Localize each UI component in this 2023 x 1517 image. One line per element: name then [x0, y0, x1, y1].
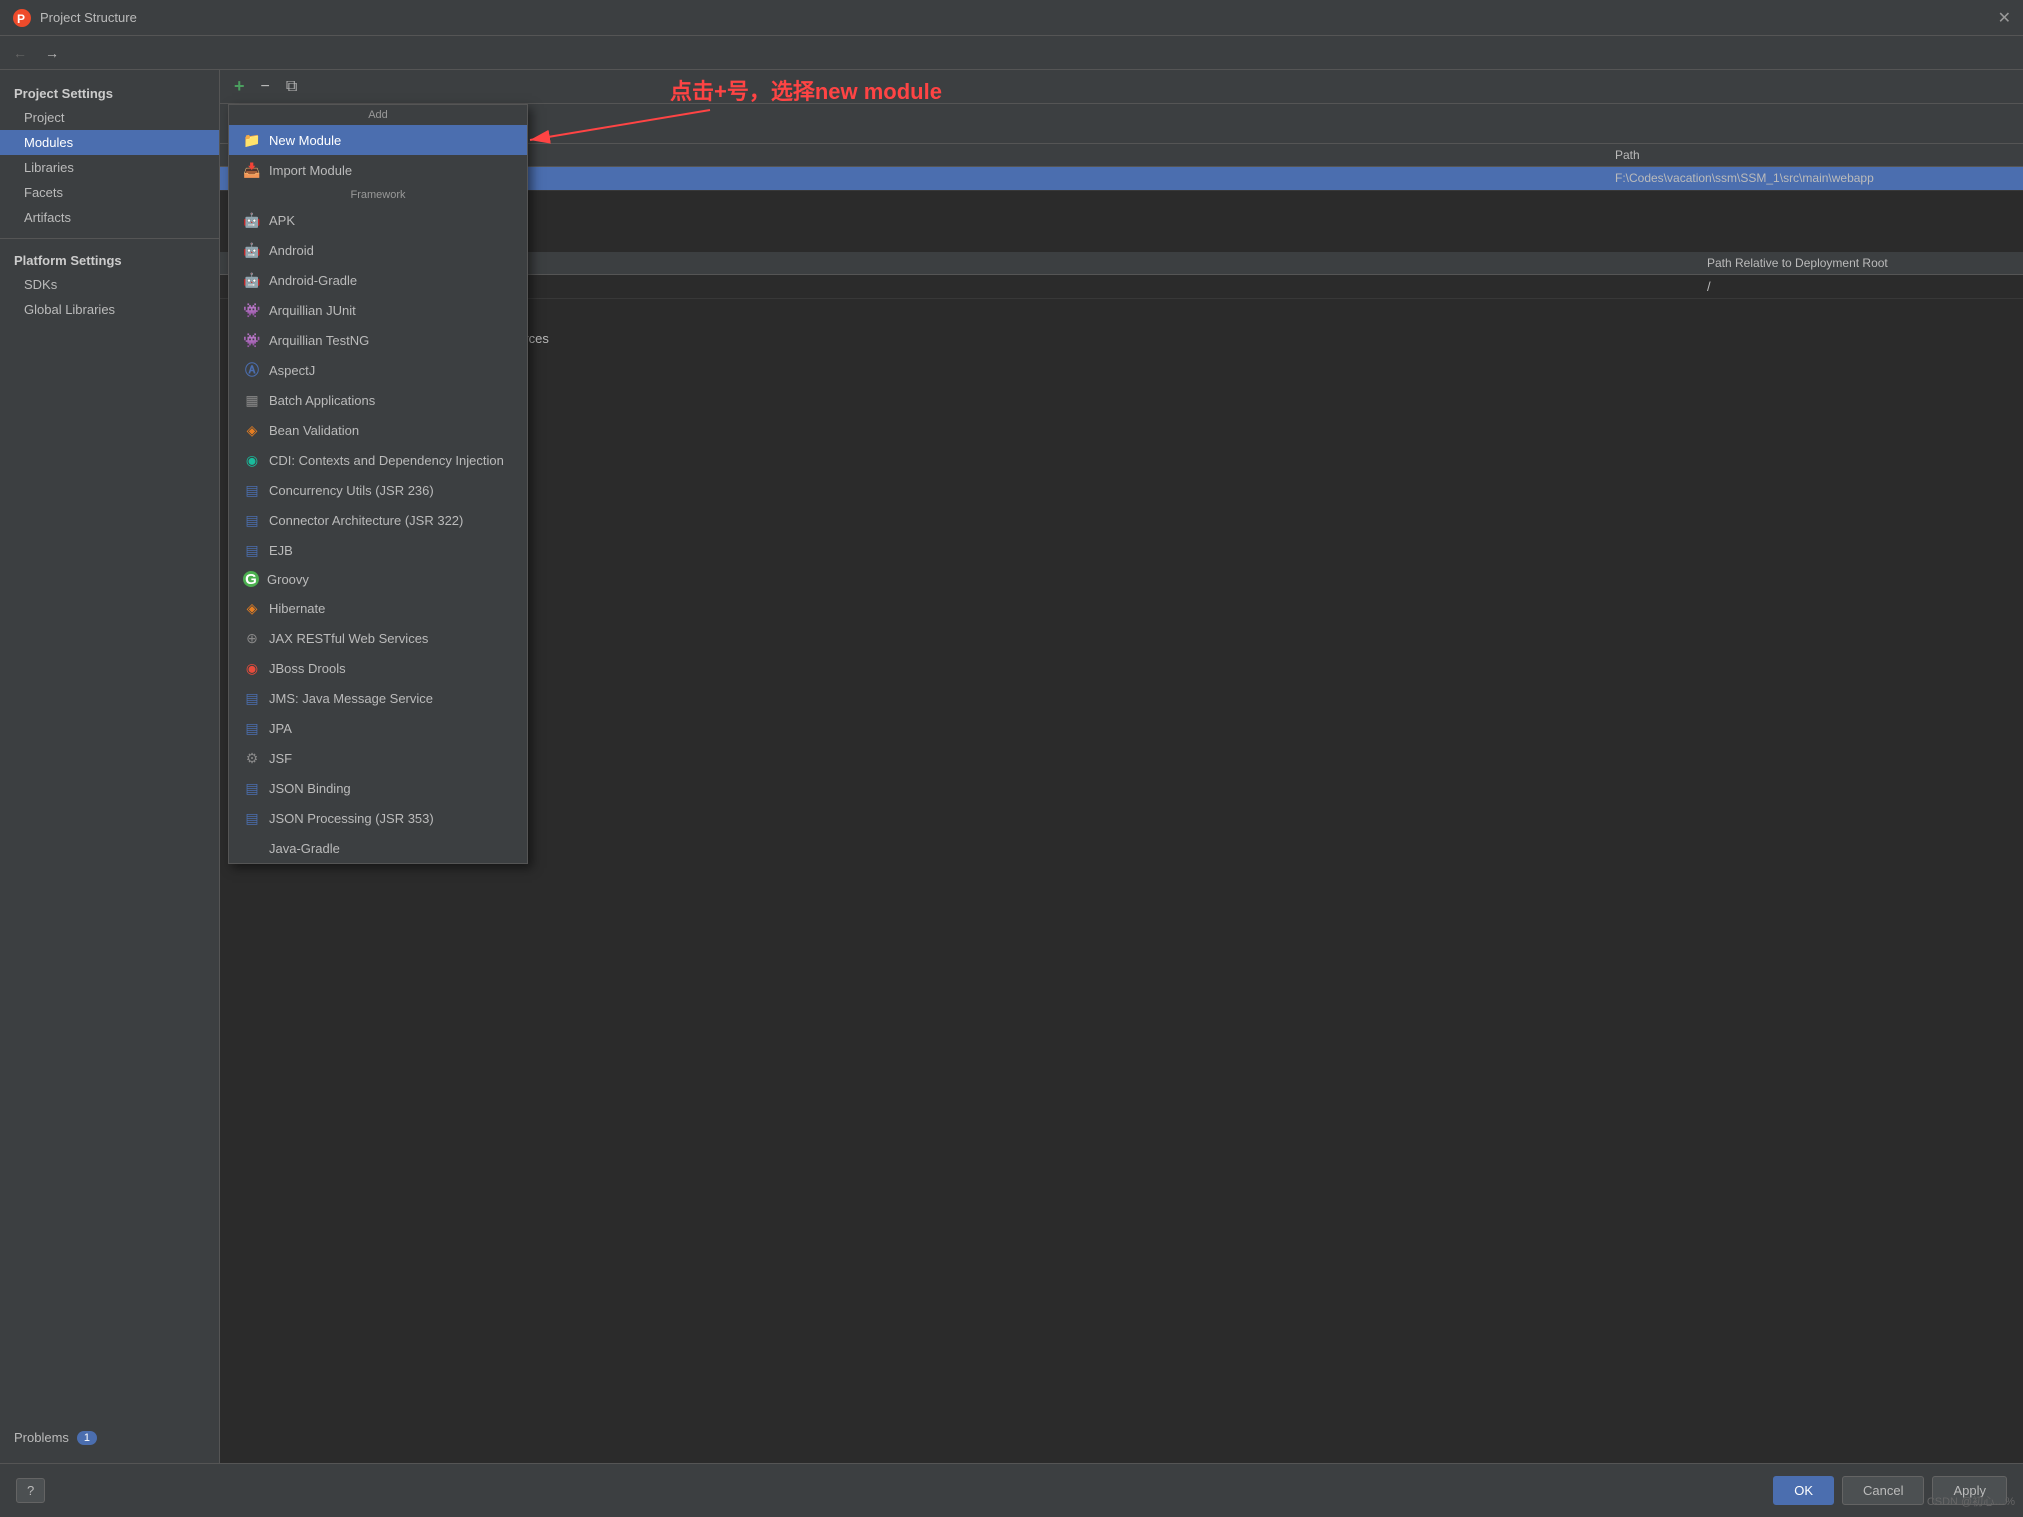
dropdown-item-arquillian-testng[interactable]: 👾 Arquillian TestNG: [229, 325, 527, 355]
sidebar-item-facets[interactable]: Facets: [0, 180, 219, 205]
sidebar-item-artifacts[interactable]: Artifacts: [0, 205, 219, 230]
json-binding-icon: ▤: [243, 779, 261, 797]
main-layout: Project Settings Project Modules Librari…: [0, 70, 2023, 1463]
dropdown-item-jax[interactable]: ⊕ JAX RESTful Web Services: [229, 623, 527, 653]
help-button[interactable]: ?: [16, 1478, 45, 1503]
jms-icon: ▤: [243, 689, 261, 707]
col-path-header: Path: [1615, 148, 2015, 162]
sidebar-item-project[interactable]: Project: [0, 105, 219, 130]
java-gradle-icon: [243, 839, 261, 857]
ok-button[interactable]: OK: [1773, 1476, 1834, 1505]
concurrency-icon: ▤: [243, 481, 261, 499]
content-toolbar: + − ⧉: [220, 70, 2023, 104]
dropdown-import-module[interactable]: 📥 Import Module: [229, 155, 527, 185]
back-button[interactable]: ←: [8, 43, 32, 63]
dropdown-add-title: Add: [229, 105, 527, 125]
dropdown-item-arquillian-junit[interactable]: 👾 Arquillian JUnit: [229, 295, 527, 325]
dropdown-item-concurrency[interactable]: ▤ Concurrency Utils (JSR 236): [229, 475, 527, 505]
dropdown-item-groovy[interactable]: G Groovy: [229, 565, 527, 593]
watermark: CSDN @初心…%: [1927, 1493, 2015, 1509]
add-button[interactable]: +: [228, 74, 251, 99]
arquillian-junit-icon: 👾: [243, 301, 261, 319]
aspectj-icon: Ⓐ: [243, 361, 261, 379]
sidebar-divider: [0, 238, 219, 239]
close-button[interactable]: ✕: [1998, 8, 2011, 28]
dropdown-item-hibernate[interactable]: ◈ Hibernate: [229, 593, 527, 623]
jpa-icon: ▤: [243, 719, 261, 737]
jsf-icon: ⚙: [243, 749, 261, 767]
dropdown-item-apk[interactable]: 🤖 APK: [229, 205, 527, 235]
title-bar: P Project Structure ✕: [0, 0, 2023, 36]
dropdown-item-cdi[interactable]: ◉ CDI: Contexts and Dependency Injection: [229, 445, 527, 475]
hibernate-icon: ◈: [243, 599, 261, 617]
dropdown-item-json-binding[interactable]: ▤ JSON Binding: [229, 773, 527, 803]
platform-settings-title: Platform Settings: [0, 247, 219, 272]
dropdown-item-java-gradle[interactable]: Java-Gradle: [229, 833, 527, 863]
remove-button[interactable]: −: [255, 76, 276, 98]
dropdown-item-jpa[interactable]: ▤ JPA: [229, 713, 527, 743]
svg-text:P: P: [17, 12, 25, 26]
copy-button[interactable]: ⧉: [280, 76, 303, 98]
android-gradle-icon: 🤖: [243, 271, 261, 289]
bottom-bar: ? OK Cancel Apply: [0, 1463, 2023, 1517]
import-module-icon: 📥: [243, 161, 261, 179]
dropdown-item-batch[interactable]: ▦ Batch Applications: [229, 385, 527, 415]
dropdown-menu: Add 📁 New Module 📥 Import Module Framewo…: [228, 104, 528, 864]
sidebar: Project Settings Project Modules Librari…: [0, 70, 220, 1463]
dropdown-item-aspectj[interactable]: Ⓐ AspectJ: [229, 355, 527, 385]
dropdown-item-connector[interactable]: ▤ Connector Architecture (JSR 322): [229, 505, 527, 535]
deploy-col-path: Path Relative to Deployment Root: [1707, 256, 2007, 270]
dropdown-item-jsf[interactable]: ⚙ JSF: [229, 743, 527, 773]
jax-icon: ⊕: [243, 629, 261, 647]
problems-label: Problems: [14, 1430, 69, 1445]
ejb-icon: ▤: [243, 541, 261, 559]
forward-button[interactable]: →: [40, 43, 64, 63]
problems-badge: 1: [77, 1431, 97, 1445]
sidebar-item-sdks[interactable]: SDKs: [0, 272, 219, 297]
dropdown-new-module[interactable]: 📁 New Module: [229, 125, 527, 155]
dropdown-item-bean-validation[interactable]: ◈ Bean Validation: [229, 415, 527, 445]
title-bar-left: P Project Structure: [12, 8, 137, 28]
arquillian-testng-icon: 👾: [243, 331, 261, 349]
dropdown-item-ejb[interactable]: ▤ EJB: [229, 535, 527, 565]
sidebar-item-modules[interactable]: Modules: [0, 130, 219, 155]
connector-icon: ▤: [243, 511, 261, 529]
batch-icon: ▦: [243, 391, 261, 409]
apk-icon: 🤖: [243, 211, 261, 229]
cdi-icon: ◉: [243, 451, 261, 469]
content-area: 点击+号，选择new module + − ⧉ Add 📁: [220, 70, 2023, 1463]
dropdown-item-json-processing[interactable]: ▤ JSON Processing (JSR 353): [229, 803, 527, 833]
sidebar-item-global-libraries[interactable]: Global Libraries: [0, 297, 219, 322]
dropdown-menu-container: Add 📁 New Module 📥 Import Module Framewo…: [228, 104, 528, 864]
sidebar-item-libraries[interactable]: Libraries: [0, 155, 219, 180]
sidebar-item-problems[interactable]: Problems 1: [0, 1422, 219, 1453]
deploy-path-cell: /: [1707, 279, 2007, 294]
dropdown-framework-title: Framework: [229, 185, 527, 205]
dropdown-item-android-gradle[interactable]: 🤖 Android-Gradle: [229, 265, 527, 295]
json-processing-icon: ▤: [243, 809, 261, 827]
path-cell: F:\Codes\vacation\ssm\SSM_1\src\main\web…: [1615, 171, 2015, 186]
android-icon: 🤖: [243, 241, 261, 259]
cancel-button[interactable]: Cancel: [1842, 1476, 1924, 1505]
app-logo-icon: P: [12, 8, 32, 28]
dropdown-item-jms[interactable]: ▤ JMS: Java Message Service: [229, 683, 527, 713]
jboss-icon: ◉: [243, 659, 261, 677]
nav-bar: ← →: [0, 36, 2023, 70]
window-title: Project Structure: [40, 10, 137, 25]
groovy-icon: G: [243, 571, 259, 587]
new-module-icon: 📁: [243, 131, 261, 149]
bean-validation-icon: ◈: [243, 421, 261, 439]
dropdown-item-jboss[interactable]: ◉ JBoss Drools: [229, 653, 527, 683]
dropdown-item-android[interactable]: 🤖 Android: [229, 235, 527, 265]
project-settings-title: Project Settings: [0, 80, 219, 105]
